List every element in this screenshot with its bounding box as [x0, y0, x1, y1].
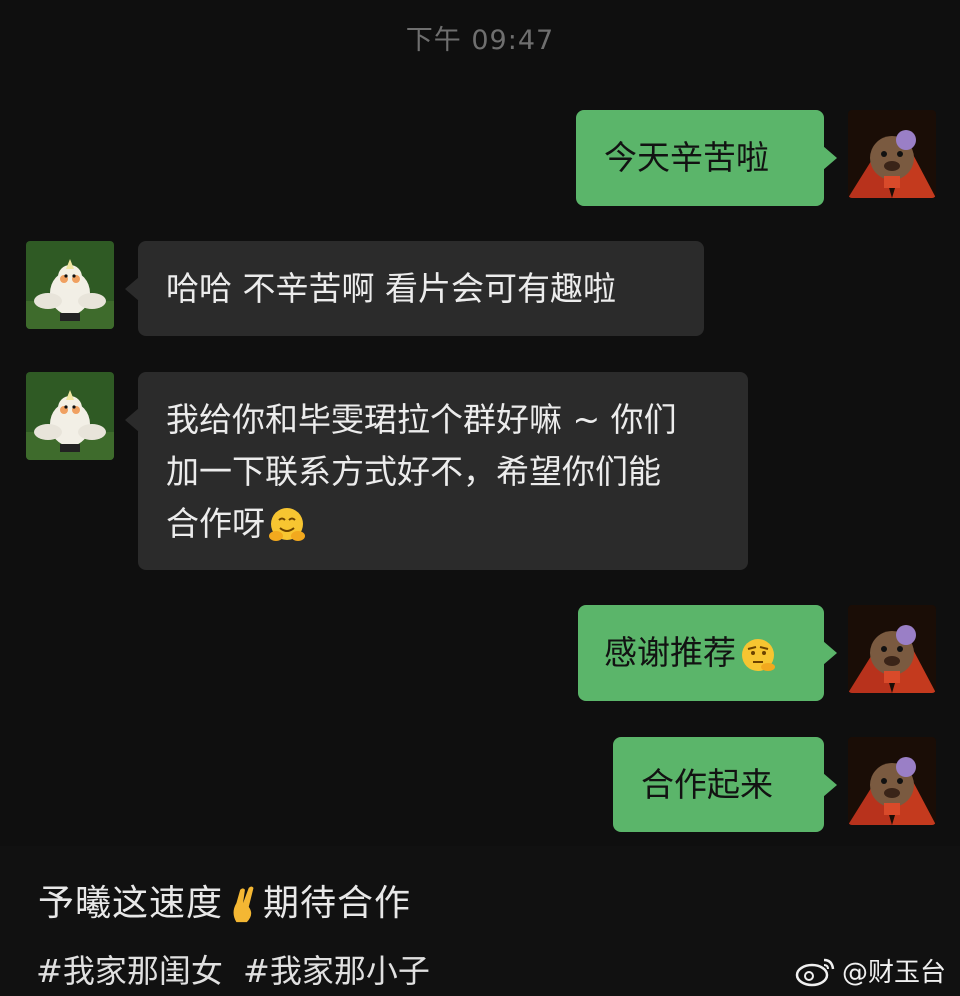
message-text: 哈哈 不辛苦啊 看片会可有趣啦	[166, 269, 616, 308]
weibo-icon	[795, 958, 835, 986]
avatar-self[interactable]	[848, 737, 936, 825]
crossed-fingers-emoji	[233, 886, 254, 923]
chat-screen: 下午 09:47 今天辛苦啦 哈哈 不辛苦啊 看片会可有趣啦 我给你和毕雯珺拉个…	[0, 0, 960, 846]
caption-text-before: 予曦这速度	[38, 883, 224, 924]
message-line-with-emoji: 合作呀	[166, 498, 748, 550]
watermark: @财玉台	[794, 952, 946, 989]
bird-avatar-icon	[26, 372, 114, 460]
message-bubble-incoming[interactable]: 哈哈 不辛苦啊 看片会可有趣啦	[125, 241, 704, 336]
message-bubble-outgoing[interactable]: 感谢推荐	[578, 605, 837, 701]
caption-text-after: 期待合作	[263, 883, 412, 924]
caption-text: 予曦这速度 期待合作	[38, 874, 411, 926]
avatar-self[interactable]	[848, 110, 936, 198]
bear-avatar-icon	[848, 110, 936, 198]
avatar-contact[interactable]	[26, 241, 114, 329]
thinking-face-emoji	[742, 638, 775, 671]
message-line: 加一下联系方式好不，希望你们能	[166, 452, 661, 491]
message-line: 我给你和毕雯珺拉个群好嘛 ~ 你们	[166, 400, 677, 439]
message-bubble-outgoing[interactable]: 合作起来	[613, 737, 837, 832]
message-bubble-incoming[interactable]: 我给你和毕雯珺拉个群好嘛 ~ 你们 加一下联系方式好不，希望你们能 合作呀	[125, 372, 748, 570]
post-caption: 予曦这速度 期待合作 #我家那闺女 #我家那小子 @财玉台	[0, 846, 960, 996]
bear-avatar-icon	[848, 605, 936, 693]
avatar-self[interactable]	[848, 605, 936, 693]
hashtag-link[interactable]: #我家那闺女	[36, 952, 223, 990]
bear-avatar-icon	[848, 737, 936, 825]
bird-avatar-icon	[26, 241, 114, 329]
hashtag-list: #我家那闺女 #我家那小子	[36, 946, 440, 992]
message-bubble-outgoing[interactable]: 今天辛苦啦	[576, 110, 837, 206]
avatar-contact[interactable]	[26, 372, 114, 460]
message-line: 合作呀	[166, 504, 265, 543]
hashtag-link[interactable]: #我家那小子	[243, 952, 430, 990]
message-text: 合作起来	[641, 765, 773, 804]
hugging-face-emoji	[269, 507, 305, 541]
message-timestamp: 下午 09:47	[405, 25, 555, 56]
message-text: 今天辛苦啦	[604, 138, 769, 177]
message-text: 感谢推荐	[604, 633, 736, 672]
watermark-text: @财玉台	[841, 958, 946, 988]
